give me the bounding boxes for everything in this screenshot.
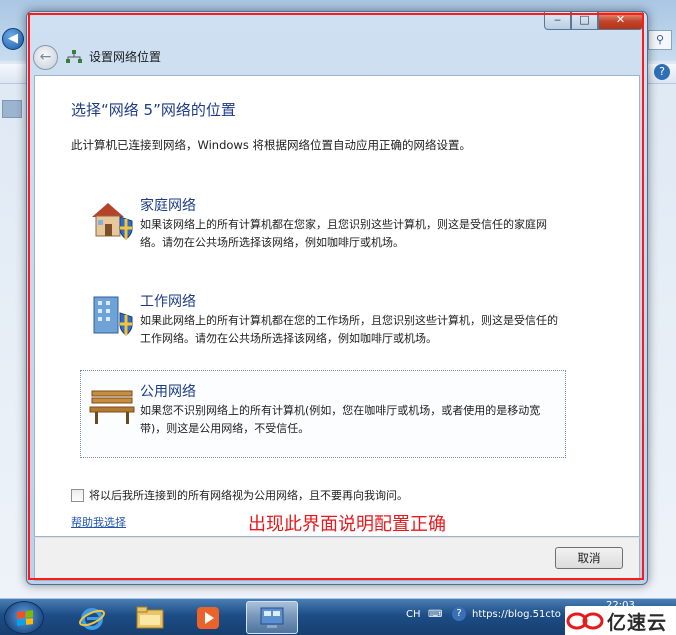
taskbar-explorer[interactable] (124, 601, 176, 634)
watermark-text: 亿速云 (607, 611, 668, 634)
dialog-footer: 取消 (34, 537, 640, 581)
media-player-icon (197, 606, 219, 629)
option-public-network[interactable]: 公用网络 如果您不识别网络上的所有计算机(例如，您在咖啡厅或机场，或者使用的是移… (80, 370, 566, 458)
option-work-network[interactable]: 工作网络 如果此网络上的所有计算机都在您的工作场所，且您识别这些计算机，则这是受… (80, 280, 566, 368)
url-watermark-text: https://blog.51cto (472, 609, 561, 620)
option-home-title: 家庭网络 (140, 198, 196, 214)
windows-logo-icon (17, 610, 33, 626)
taskbar-ie[interactable] (66, 601, 118, 634)
maximize-button[interactable]: □ (571, 12, 598, 30)
help-tray-icon[interactable]: ? (452, 607, 466, 621)
page-description: 此计算机已连接到网络，Windows 将根据网络位置自动应用正确的网络设置。 (71, 138, 471, 152)
network-icon (66, 50, 82, 63)
option-work-description: 如果此网络上的所有计算机都在您的工作场所，且您识别这些计算机，则这是受信任的工作… (140, 314, 558, 345)
background-search-icon[interactable]: ⚲ (648, 30, 672, 50)
page-heading: 选择“网络 5”网络的位置 (71, 101, 236, 119)
annotation-text: 出现此界面说明配置正确 (248, 514, 446, 535)
background-back-icon[interactable]: ◀ (2, 28, 24, 50)
start-button[interactable] (4, 601, 44, 634)
option-public-title: 公用网络 (140, 384, 196, 400)
cancel-button[interactable]: 取消 (555, 547, 623, 569)
house-shield-icon (92, 203, 133, 240)
yisu-watermark: 亿速云 (565, 606, 676, 635)
taskbar-media-player[interactable] (182, 601, 234, 634)
option-home-description: 如果该网络上的所有计算机都在您家，且您识别这些计算机，则这是受信任的家庭网络。请… (140, 218, 547, 249)
network-location-dialog: ‒ □ ✕ ← 设置网络位置 选择“网络 5”网络的位置 此计算机已连接到网络，… (26, 11, 648, 585)
background-help-icon[interactable]: ? (654, 64, 670, 80)
treat-all-public-checkbox[interactable] (71, 488, 84, 502)
office-building-shield-icon (93, 296, 133, 336)
close-button[interactable]: ✕ (598, 12, 643, 30)
minimize-button[interactable]: ‒ (544, 12, 571, 30)
keyboard-icon[interactable]: ⌨ (428, 609, 442, 620)
control-panel-icon (260, 607, 284, 628)
folder-icon (136, 606, 164, 628)
public-network-checkbox-row[interactable]: 将以后我所连接到的所有网络视为公用网络，且不要再向我询问。 (71, 487, 408, 503)
option-home-network[interactable]: 家庭网络 如果该网络上的所有计算机都在您家，且您识别这些计算机，则这是受信任的家… (80, 184, 566, 272)
option-public-description: 如果您不识别网络上的所有计算机(例如，您在咖啡厅或机场，或者使用的是移动宽带)，… (140, 404, 541, 435)
language-indicator[interactable]: CH (406, 609, 421, 620)
help-me-choose-link[interactable]: 帮助我选择 (71, 514, 126, 530)
background-sidebar-icon (2, 100, 22, 118)
treat-all-public-label[interactable]: 将以后我所连接到的所有网络视为公用网络，且不要再向我询问。 (89, 487, 408, 503)
taskbar-network-control-panel[interactable] (246, 601, 298, 634)
park-bench-icon (89, 390, 135, 424)
caption-buttons: ‒ □ ✕ (544, 12, 643, 30)
option-work-title: 工作网络 (140, 294, 196, 310)
dialog-title: 设置网络位置 (89, 50, 162, 64)
yisu-logo-icon (566, 612, 604, 630)
dialog-content: 选择“网络 5”网络的位置 此计算机已连接到网络，Windows 将根据网络位置… (34, 75, 640, 537)
back-arrow-icon[interactable]: ← (33, 45, 58, 70)
internet-explorer-icon (79, 607, 105, 630)
